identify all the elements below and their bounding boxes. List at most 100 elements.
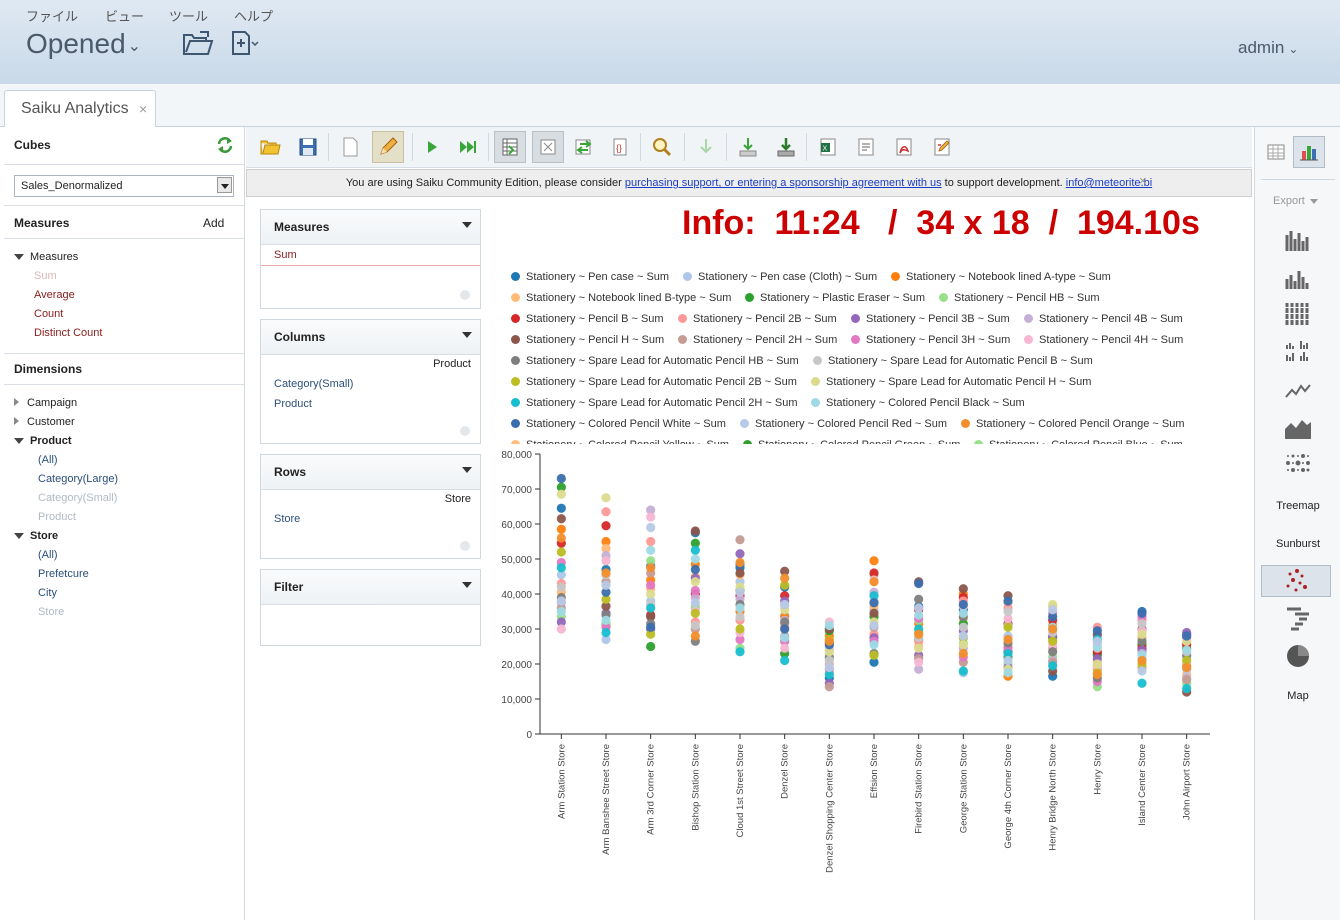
support-link[interactable]: purchasing support, or entering a sponso… [625,177,942,189]
cube-select[interactable]: Sales_Denormalized [14,175,234,197]
multiple-bar-icon[interactable] [1283,337,1313,363]
legend-item[interactable]: Stationery ~ Pencil B ~ Sum [511,313,664,325]
legend-item[interactable]: Stationery ~ Pencil 3H ~ Sum [851,334,1010,346]
auto-run-icon[interactable] [456,135,480,159]
user-menu[interactable]: admin ⌄ [1238,38,1298,58]
chevron-down-icon[interactable] [462,332,472,338]
drillthrough-icon[interactable] [736,135,760,159]
legend-item[interactable]: Stationery ~ Colored Pencil White ~ Sum [511,418,726,430]
search-icon[interactable] [650,135,674,159]
legend-item[interactable]: Stationery ~ Pencil 2H ~ Sum [678,334,837,346]
close-icon[interactable]: × [139,101,147,117]
column-level-chip[interactable]: Category(Small) [274,378,353,390]
legend-item[interactable]: Stationery ~ Pen case (Cloth) ~ Sum [683,271,877,283]
edit-mode-button[interactable] [372,131,404,163]
run-query-icon[interactable] [420,135,444,159]
legend-item[interactable]: Stationery ~ Colored Pencil Orange ~ Sum [961,418,1185,430]
waterfall-icon[interactable] [1283,605,1313,631]
legend-item[interactable]: Stationery ~ Pencil 4B ~ Sum [1024,313,1183,325]
legend-item[interactable]: Stationery ~ Colored Pencil Red ~ Sum [740,418,947,430]
tab-saiku-analytics[interactable]: Saiku Analytics × [4,90,156,127]
measures-root[interactable]: Measures [14,251,78,263]
toggle-fields-button[interactable] [494,131,526,163]
legend-item[interactable]: Stationery ~ Spare Lead for Automatic Pe… [511,376,797,388]
measure-item[interactable]: Count [34,308,63,320]
legend-item[interactable]: Stationery ~ Pencil 2B ~ Sum [678,313,837,325]
level-item[interactable]: Prefetcure [38,568,89,580]
sunburst-button[interactable]: Sunburst [1255,538,1340,550]
menu-view[interactable]: ビュー [105,6,144,25]
rows-dropzone[interactable]: Rows Store Store [260,454,481,559]
dimension-product[interactable]: Product [14,435,72,447]
refresh-icon[interactable] [216,136,234,154]
clear-icon[interactable] [460,290,470,300]
dropdown-arrow[interactable] [217,177,232,193]
legend-item[interactable]: Stationery ~ Pencil H ~ Sum [511,334,664,346]
area-chart-icon[interactable] [1283,415,1313,441]
legend-item[interactable]: Stationery ~ Pencil HB ~ Sum [939,292,1100,304]
legend-item[interactable]: Stationery ~ Spare Lead for Automatic Pe… [811,376,1091,388]
column-level-chip[interactable]: Product [274,398,312,410]
legend-item[interactable]: Stationery ~ Colored Pencil Green ~ Sum [743,439,960,444]
legend-item[interactable]: Stationery ~ Notebook lined A-type ~ Sum [891,271,1111,283]
add-measure-button[interactable]: Add [203,216,224,230]
swap-axes-icon[interactable] [572,135,596,159]
dimension-customer[interactable]: Customer [14,416,75,428]
legend-item[interactable]: Stationery ~ Pencil 3B ~ Sum [851,313,1010,325]
measures-dropzone[interactable]: Measures Sum [260,209,481,309]
open-folder-icon[interactable] [258,135,282,159]
new-query-icon[interactable] [338,135,362,159]
dimension-store[interactable]: Store [14,530,58,542]
menu-tools[interactable]: ツール [169,6,208,25]
non-empty-icon[interactable]: {} [608,135,632,159]
new-document-icon[interactable] [230,30,260,56]
row-level-chip[interactable]: Store [274,513,300,525]
export-menu[interactable]: Export [1273,195,1318,207]
level-item[interactable]: City [38,587,57,599]
menu-help[interactable]: ヘルプ [234,6,273,25]
export-pdf-icon[interactable] [892,135,916,159]
clear-icon[interactable] [460,426,470,436]
legend-item[interactable]: Stationery ~ Colored Pencil Yellow ~ Sum [511,439,729,444]
dimension-campaign[interactable]: Campaign [14,397,77,409]
measure-chip[interactable]: Sum [261,245,480,266]
export-xls-icon[interactable]: X [816,135,840,159]
stacked-100-icon[interactable] [1283,301,1313,327]
export-csv-icon[interactable] [854,135,878,159]
mdx-edit-icon[interactable] [930,135,954,159]
legend-item[interactable]: Stationery ~ Colored Pencil Blue ~ Sum [974,439,1183,444]
chart-view-button[interactable] [1293,136,1325,168]
chevron-down-icon[interactable] [462,582,472,588]
measure-item[interactable]: Distinct Count [34,327,102,339]
stacked-bar-icon[interactable] [1283,265,1313,291]
filter-dropzone[interactable]: Filter [260,569,481,646]
legend-item[interactable]: Stationery ~ Pencil 4H ~ Sum [1024,334,1183,346]
legend-item[interactable]: Stationery ~ Spare Lead for Automatic Pe… [511,397,797,409]
measure-item[interactable]: Average [34,289,75,301]
bar-chart-icon[interactable] [1283,227,1313,253]
treemap-button[interactable]: Treemap [1255,500,1340,512]
drill-down-icon[interactable] [694,135,718,159]
level-item[interactable]: (All) [38,454,58,466]
hide-parents-button[interactable] [532,131,564,163]
line-chart-icon[interactable] [1283,377,1313,403]
legend-item[interactable]: Stationery ~ Pen case ~ Sum [511,271,669,283]
clear-icon[interactable] [460,541,470,551]
opened-dropdown[interactable]: Opened ⌄ [26,28,141,60]
chevron-down-icon[interactable] [462,222,472,228]
heatgrid-icon[interactable] [1283,451,1313,477]
legend-item[interactable]: Stationery ~ Spare Lead for Automatic Pe… [813,355,1093,367]
open-folder-icon[interactable] [182,30,214,56]
pie-chart-icon[interactable] [1283,643,1313,669]
level-item[interactable]: (All) [38,549,58,561]
close-icon[interactable]: × [1139,173,1147,188]
legend-item[interactable]: Stationery ~ Notebook lined B-type ~ Sum [511,292,731,304]
chevron-down-icon[interactable] [462,467,472,473]
level-item[interactable]: Category(Large) [38,473,118,485]
export-drillthrough-icon[interactable] [774,135,798,159]
scatter-button[interactable] [1261,565,1331,597]
table-view-icon[interactable] [1265,141,1287,163]
map-button[interactable]: Map [1255,690,1340,702]
legend-item[interactable]: Stationery ~ Plastic Eraser ~ Sum [745,292,925,304]
legend-item[interactable]: Stationery ~ Spare Lead for Automatic Pe… [511,355,799,367]
